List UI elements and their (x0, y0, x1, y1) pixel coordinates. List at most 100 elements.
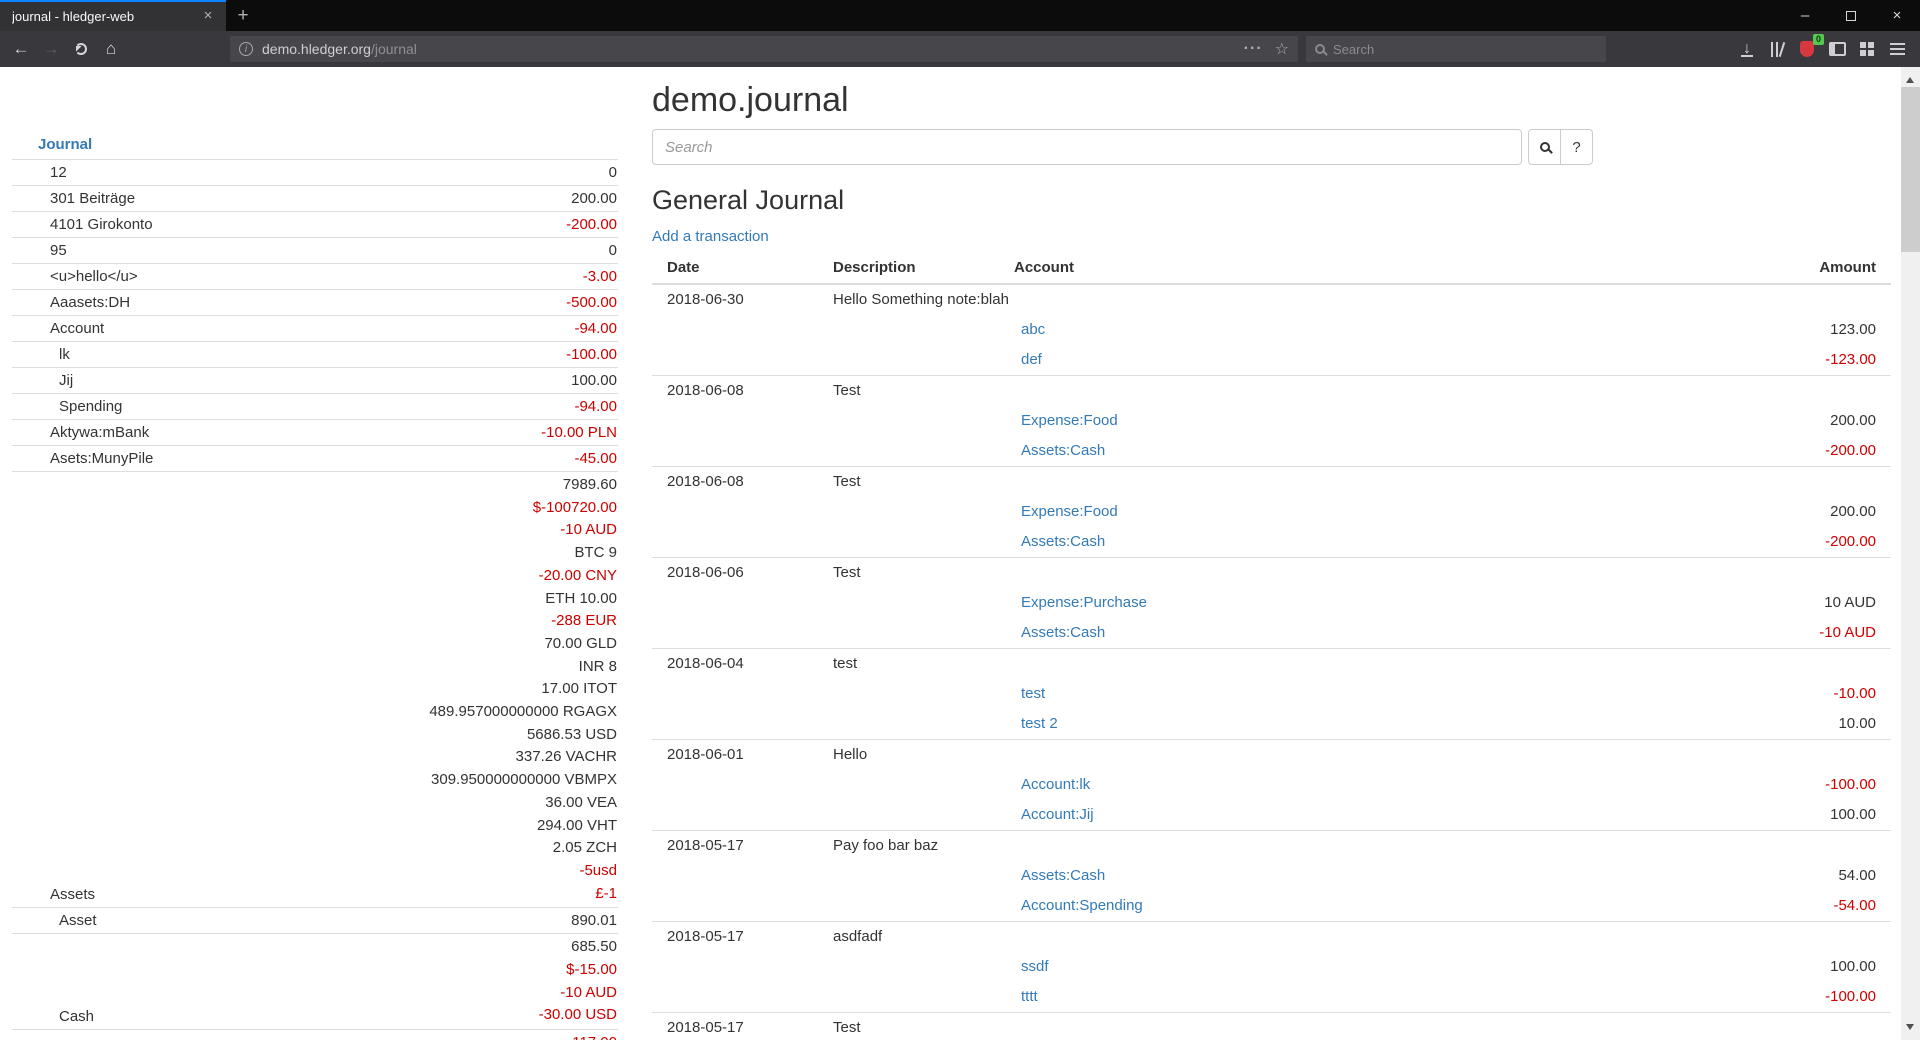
journal-search-button[interactable] (1528, 129, 1561, 165)
posting-row: Account:Jij100.00 (652, 800, 1891, 831)
extension-button[interactable]: 0 (1792, 34, 1822, 64)
posting-amount: -10.00 (1651, 679, 1891, 709)
tab-title: journal - hledger-web (12, 9, 198, 24)
forward-button[interactable]: → (36, 34, 66, 64)
sidebar-account-row: Cash 685.50$-15.00-10 AUD-30.00 USD (12, 934, 618, 1030)
sidebar-account-link[interactable]: Asets:MunyPile (50, 450, 153, 467)
sidebar-account-link[interactable]: Cash (59, 1008, 94, 1025)
sidebar-account-row: Asets:MunyPile-45.00 (12, 446, 618, 472)
page-actions-icon[interactable]: ··· (1244, 40, 1263, 58)
posting-account-link[interactable]: tttt (1021, 988, 1038, 1005)
journal-search-input[interactable] (652, 129, 1522, 165)
add-transaction-link[interactable]: Add a transaction (652, 228, 769, 245)
sidebar-accounts-body: 120301 Beiträge200.004101 Girokonto-200.… (12, 160, 618, 1040)
scrollbar-thumb[interactable] (1901, 87, 1920, 252)
transaction-description: Test (818, 558, 1891, 589)
transaction-date: 2018-05-17 (652, 831, 818, 862)
bookmark-star-icon[interactable]: ☆ (1275, 39, 1289, 59)
back-button[interactable]: ← (6, 34, 36, 64)
page-scrollbar[interactable] (1901, 67, 1920, 1040)
sidebar-account-link[interactable]: Aaasets:DH (50, 294, 130, 311)
downloads-button[interactable]: ↓ (1732, 34, 1762, 64)
posting-row: tttt-100.00 (652, 982, 1891, 1013)
posting-account-link[interactable]: Account:lk (1021, 776, 1090, 793)
reload-button[interactable] (66, 34, 96, 64)
posting-account-link[interactable]: def (1021, 351, 1042, 368)
journal-table-header-row: Date Description Account Amount (652, 253, 1891, 284)
posting-amount: 200.00 (1651, 497, 1891, 527)
search-help-button[interactable]: ? (1560, 129, 1593, 165)
browser-tab-bar: journal - hledger-web × + – × (0, 0, 1920, 31)
new-tab-button[interactable]: + (226, 0, 260, 31)
posting-row: Assets:Cash-200.00 (652, 436, 1891, 467)
apps-button[interactable] (1852, 34, 1882, 64)
posting-account-link[interactable]: Assets:Cash (1021, 533, 1105, 550)
tab-close-icon[interactable]: × (198, 7, 218, 27)
browser-search-bar[interactable]: Search (1306, 36, 1606, 62)
posting-account-link[interactable]: test 2 (1021, 715, 1058, 732)
sidebar-account-link[interactable]: Account (50, 320, 104, 337)
posting-amount: 10.00 (1651, 709, 1891, 740)
sidebar-account-row: Assets7989.60$-100720.00-10 AUDBTC 9-20.… (12, 472, 618, 908)
posting-account-link[interactable]: test (1021, 685, 1045, 702)
menu-button[interactable] (1882, 34, 1912, 64)
posting-row: Account:lk-100.00 (652, 770, 1891, 800)
browser-tab[interactable]: journal - hledger-web × (0, 0, 226, 31)
posting-account-link[interactable]: Account:Jij (1021, 806, 1094, 823)
posting-account-link[interactable]: Expense:Food (1021, 503, 1118, 520)
sidebar-account-row: Aaasets:DH -500.00 (12, 290, 618, 316)
sidebar-account-link[interactable]: Asset (59, 912, 97, 929)
transaction-description: Test (818, 467, 1891, 498)
sidebar-account-link[interactable]: Spending (59, 398, 122, 415)
sidebar-journal-link[interactable]: Journal (12, 133, 618, 159)
sidebar-account-link[interactable]: <u>hello</u> (50, 268, 138, 285)
sidebar-account-link[interactable]: 4101 Girokonto (50, 216, 153, 233)
sidebar-account-row: Aktywa:mBank-10.00 PLN (12, 420, 618, 446)
transaction-row: 2018-06-01Hello (652, 740, 1891, 771)
window-maximize-button[interactable] (1828, 0, 1874, 31)
home-button[interactable]: ⌂ (96, 34, 126, 64)
posting-account-link[interactable]: Account:Spending (1021, 897, 1143, 914)
transaction-description: Hello Something note:blah (818, 284, 1891, 315)
window-close-button[interactable]: × (1874, 0, 1920, 31)
url-bar[interactable]: i demo.hledger.org /journal ··· ☆ (230, 36, 1298, 62)
accounts-table: 120301 Beiträge200.004101 Girokonto-200.… (12, 159, 618, 1040)
sidebar-toggle-button[interactable] (1822, 34, 1852, 64)
transaction-description: asdfadf (818, 922, 1891, 953)
posting-account-link[interactable]: Expense:Food (1021, 412, 1118, 429)
sidebar-account-row: Account-94.00 (12, 316, 618, 342)
posting-amount: 200.00 (1651, 406, 1891, 436)
sidebar-account-balance: -94.00 (272, 394, 618, 420)
maximize-icon (1846, 11, 1856, 21)
posting-account-link[interactable]: Expense:Purchase (1021, 594, 1147, 611)
sidebar-account-link[interactable]: Jij (59, 372, 73, 389)
sidebar-account-link[interactable]: Aktywa:mBank (50, 424, 149, 441)
sidebar-account-link[interactable]: 95 (50, 242, 67, 259)
transaction-date: 2018-05-17 (652, 922, 818, 953)
posting-account-link[interactable]: Assets:Cash (1021, 624, 1105, 641)
transaction-description: Pay foo bar baz (818, 831, 1891, 862)
posting-account-link[interactable]: ssdf (1021, 958, 1049, 975)
site-info-icon[interactable]: i (239, 42, 253, 56)
sidebar-account-link[interactable]: 12 (50, 164, 67, 181)
posting-row: test -10.00 (652, 679, 1891, 709)
browser-search-placeholder: Search (1333, 42, 1374, 57)
sidebar-account-balance: -500.00 (272, 290, 618, 316)
sidebar-account-link[interactable]: 301 Beiträge (50, 190, 135, 207)
page-content: Journal 120301 Beiträge200.004101 Giroko… (0, 67, 1920, 1040)
sidebar-account-balance: 685.50$-15.00-10 AUD-30.00 USD (272, 934, 618, 1030)
sidebar-account-link[interactable]: lk (59, 346, 70, 363)
window-minimize-button[interactable]: – (1782, 0, 1828, 31)
scrollbar-down-arrow-icon[interactable] (1906, 1024, 1914, 1034)
sidebar-account-link[interactable]: Assets (50, 886, 95, 903)
library-button[interactable] (1762, 34, 1792, 64)
posting-amount: 54.00 (1651, 861, 1891, 891)
posting-account-link[interactable]: abc (1021, 321, 1045, 338)
journal-table-body: 2018-06-30Hello Something note:blahabc12… (652, 284, 1891, 1040)
posting-account-link[interactable]: Assets:Cash (1021, 867, 1105, 884)
browser-toolbar: ← → ⌂ i demo.hledger.org /journal ··· ☆ … (0, 31, 1920, 67)
transaction-row: 2018-05-17Pay foo bar baz (652, 831, 1891, 862)
extension-shield-icon (1800, 41, 1814, 57)
posting-account-link[interactable]: Assets:Cash (1021, 442, 1105, 459)
scrollbar-up-arrow-icon[interactable] (1906, 73, 1914, 83)
